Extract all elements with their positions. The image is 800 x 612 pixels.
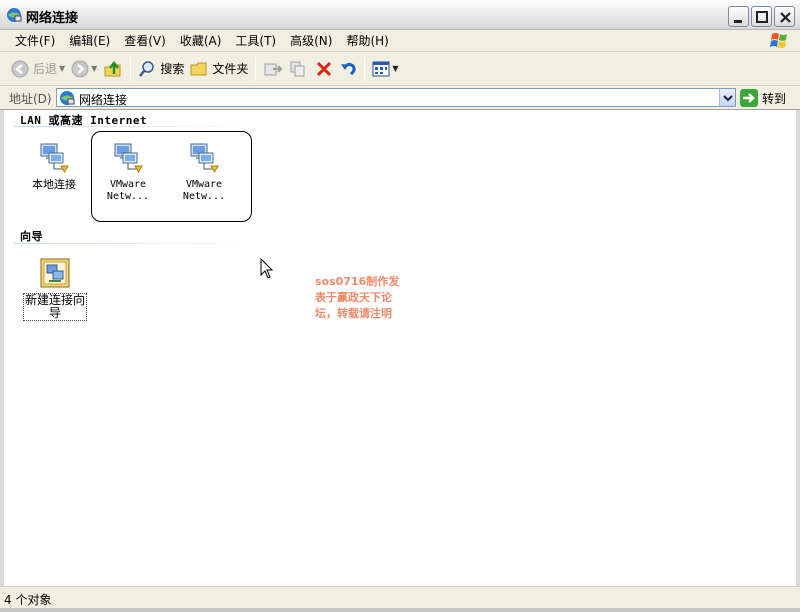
mouse-cursor-icon bbox=[260, 258, 274, 279]
copy-to-button[interactable] bbox=[286, 56, 312, 82]
vmware-network-label-line2: Netw... bbox=[106, 191, 150, 202]
close-button[interactable] bbox=[774, 6, 795, 27]
address-dropdown-button[interactable] bbox=[719, 89, 735, 106]
maximize-icon bbox=[756, 11, 768, 23]
menu-bar: 文件(F) 编辑(E) 查看(V) 收藏(A) 工具(T) 高级(N) 帮助(H… bbox=[0, 30, 800, 52]
delete-button[interactable] bbox=[312, 56, 336, 82]
local-connection-label: 本地连接 bbox=[32, 178, 76, 191]
group-divider bbox=[14, 126, 269, 127]
address-label: 地址(D) bbox=[9, 92, 52, 106]
views-dropdown-icon[interactable]: ▼ bbox=[392, 64, 398, 73]
go-arrow-icon bbox=[740, 89, 758, 107]
vmware-network-item-1[interactable]: VMware Netw... bbox=[93, 141, 163, 203]
up-folder-button[interactable] bbox=[100, 56, 126, 82]
minimize-button[interactable] bbox=[728, 6, 749, 27]
search-button[interactable]: 搜索 bbox=[135, 56, 187, 82]
menu-file[interactable]: 文件(F) bbox=[8, 31, 62, 51]
network-connection-icon bbox=[40, 143, 69, 173]
network-connections-icon bbox=[59, 90, 75, 109]
undo-icon bbox=[341, 62, 356, 75]
folder-icon bbox=[190, 62, 207, 75]
menu-view[interactable]: 查看(V) bbox=[117, 31, 173, 51]
forward-dropdown-icon[interactable]: ▼ bbox=[91, 64, 97, 73]
new-connection-wizard-icon bbox=[40, 258, 70, 288]
status-object-count: 4 个对象 bbox=[4, 593, 52, 607]
undo-button[interactable] bbox=[336, 56, 360, 82]
views-button[interactable]: ▼ bbox=[369, 56, 401, 82]
new-connection-wizard-item[interactable]: 新建连接向 导 bbox=[20, 257, 90, 321]
go-button[interactable]: 转到 bbox=[740, 88, 786, 108]
window-frame-right bbox=[796, 30, 800, 612]
network-connections-icon bbox=[6, 7, 22, 23]
forward-arrow-icon bbox=[71, 60, 89, 77]
vmware-network-label-line2: Netw... bbox=[182, 191, 226, 202]
toolbar: 后退 ▼ ▼ 搜索 文件夹 ▼ bbox=[0, 52, 800, 86]
menu-help[interactable]: 帮助(H) bbox=[339, 31, 395, 51]
content-pane[interactable]: LAN 或高速 Internet 本地连接 VMware Netw... VMw… bbox=[4, 111, 796, 585]
group-divider bbox=[14, 243, 269, 244]
new-connection-wizard-label: 新建连接向 导 bbox=[23, 293, 87, 321]
search-icon bbox=[139, 60, 155, 77]
up-folder-icon bbox=[104, 60, 121, 76]
toolbar-separator bbox=[364, 56, 366, 81]
vmware-network-item-2[interactable]: VMware Netw... bbox=[169, 141, 239, 203]
maximize-button[interactable] bbox=[751, 6, 772, 27]
back-button[interactable]: 后退 ▼ bbox=[8, 56, 68, 82]
chevron-down-icon bbox=[723, 95, 733, 102]
copy-to-icon bbox=[290, 61, 305, 76]
address-value: 网络连接 bbox=[79, 93, 128, 107]
toolbar-separator bbox=[255, 56, 257, 81]
close-icon bbox=[780, 12, 791, 23]
address-bar: 地址(D) 网络连接 转到 bbox=[0, 86, 800, 110]
network-connection-icon bbox=[114, 143, 143, 173]
windows-logo-icon bbox=[764, 31, 794, 51]
folders-button[interactable]: 文件夹 bbox=[187, 56, 251, 82]
menu-advanced[interactable]: 高级(N) bbox=[283, 31, 339, 51]
network-connection-icon bbox=[190, 143, 219, 173]
minimize-icon bbox=[734, 20, 742, 23]
window-title: 网络连接 bbox=[26, 11, 79, 26]
menu-favorites[interactable]: 收藏(A) bbox=[173, 31, 229, 51]
vmware-network-label-line1: VMware bbox=[185, 179, 223, 190]
address-input[interactable]: 网络连接 bbox=[56, 88, 736, 107]
forward-button[interactable]: ▼ bbox=[68, 56, 100, 82]
watermark-text: sos0716制作发 表于赢政天下论 坛，转载请注明 bbox=[315, 275, 400, 320]
local-connection-item[interactable]: 本地连接 bbox=[19, 141, 89, 191]
vmware-network-label-line1: VMware bbox=[109, 179, 147, 190]
move-to-icon bbox=[264, 63, 283, 75]
views-grid-icon bbox=[372, 61, 390, 76]
status-bar: 4 个对象 bbox=[0, 586, 800, 608]
menu-tools[interactable]: 工具(T) bbox=[228, 31, 283, 51]
move-to-button[interactable] bbox=[260, 56, 286, 82]
title-bar[interactable]: 网络连接 bbox=[0, 0, 800, 30]
back-dropdown-icon[interactable]: ▼ bbox=[59, 64, 65, 73]
menu-edit[interactable]: 编辑(E) bbox=[62, 31, 117, 51]
window-frame-bottom bbox=[0, 608, 800, 612]
back-arrow-icon bbox=[11, 60, 29, 77]
group-header-wizard: 向导 bbox=[20, 230, 43, 243]
delete-x-icon bbox=[317, 61, 332, 76]
toolbar-separator bbox=[130, 56, 132, 81]
